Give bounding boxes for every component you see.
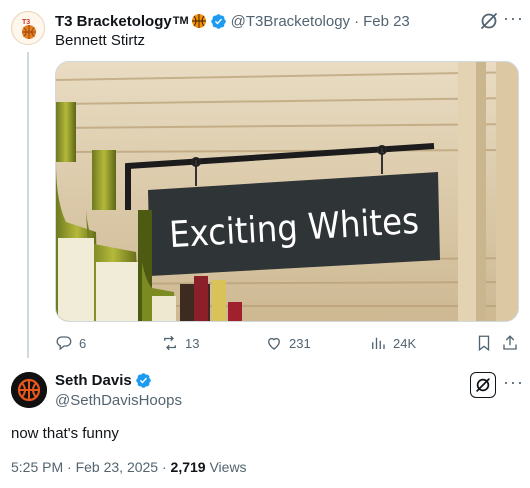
like-count: 231: [289, 335, 311, 351]
views-button[interactable]: 24K: [369, 333, 416, 353]
views-count: 24K: [393, 335, 417, 351]
reply-post-header: Seth Davis: [55, 372, 152, 389]
repost-button[interactable]: 13: [161, 333, 199, 353]
verified-badge-icon[interactable]: [210, 13, 227, 30]
parent-post-header: T3 Bracketology TM @T3Bracketology · Feb…: [55, 11, 410, 31]
post-image[interactable]: Exciting Whites: [55, 61, 519, 322]
author-name-tm: TM: [172, 15, 189, 27]
reply-icon: [56, 336, 72, 351]
author-name[interactable]: T3 Bracketology: [55, 13, 172, 30]
reply-meta: 5:25 PM · Feb 23, 2025 · 2,719 Views: [11, 459, 247, 475]
more-icon[interactable]: ···: [503, 8, 523, 28]
reply-views-label: Views: [205, 459, 247, 475]
reply-timestamp[interactable]: 5:25 PM · Feb 23, 2025 ·: [11, 459, 171, 475]
grok-icon[interactable]: [470, 372, 496, 398]
post-actions-bar: 6 13 231 24K: [55, 333, 519, 353]
reply-text: now that's funny: [11, 425, 119, 442]
like-button[interactable]: 231: [265, 333, 311, 353]
reply-button[interactable]: 6: [55, 333, 86, 353]
reply-author-name[interactable]: Seth Davis: [55, 372, 132, 389]
bookmark-button[interactable]: [475, 333, 499, 353]
share-icon: [503, 335, 517, 350]
share-button[interactable]: [501, 333, 525, 353]
bookmark-icon: [478, 335, 490, 352]
svg-text:T3: T3: [22, 19, 30, 26]
more-icon[interactable]: ···: [503, 372, 524, 392]
verified-badge-icon[interactable]: [135, 372, 152, 389]
post-date[interactable]: Feb 23: [363, 13, 410, 30]
repost-icon: [164, 335, 176, 351]
like-icon: [268, 337, 280, 350]
reply-author-handle[interactable]: @SethDavisHoops: [55, 392, 182, 409]
grok-icon[interactable]: [479, 11, 499, 31]
header-separator: ·: [354, 12, 360, 30]
post-text: Bennett Stirtz: [55, 32, 146, 49]
reply-count: 6: [79, 335, 87, 351]
basketball-icon: [191, 13, 207, 29]
views-icon: [372, 337, 385, 349]
reply-views-count: 2,719: [170, 459, 206, 475]
thread-connector-line: [27, 52, 29, 358]
repost-count: 13: [185, 335, 200, 351]
seth-davis-avatar[interactable]: [11, 372, 47, 408]
t3-avatar[interactable]: T3: [11, 11, 45, 45]
author-handle[interactable]: @T3Bracketology: [231, 13, 350, 30]
